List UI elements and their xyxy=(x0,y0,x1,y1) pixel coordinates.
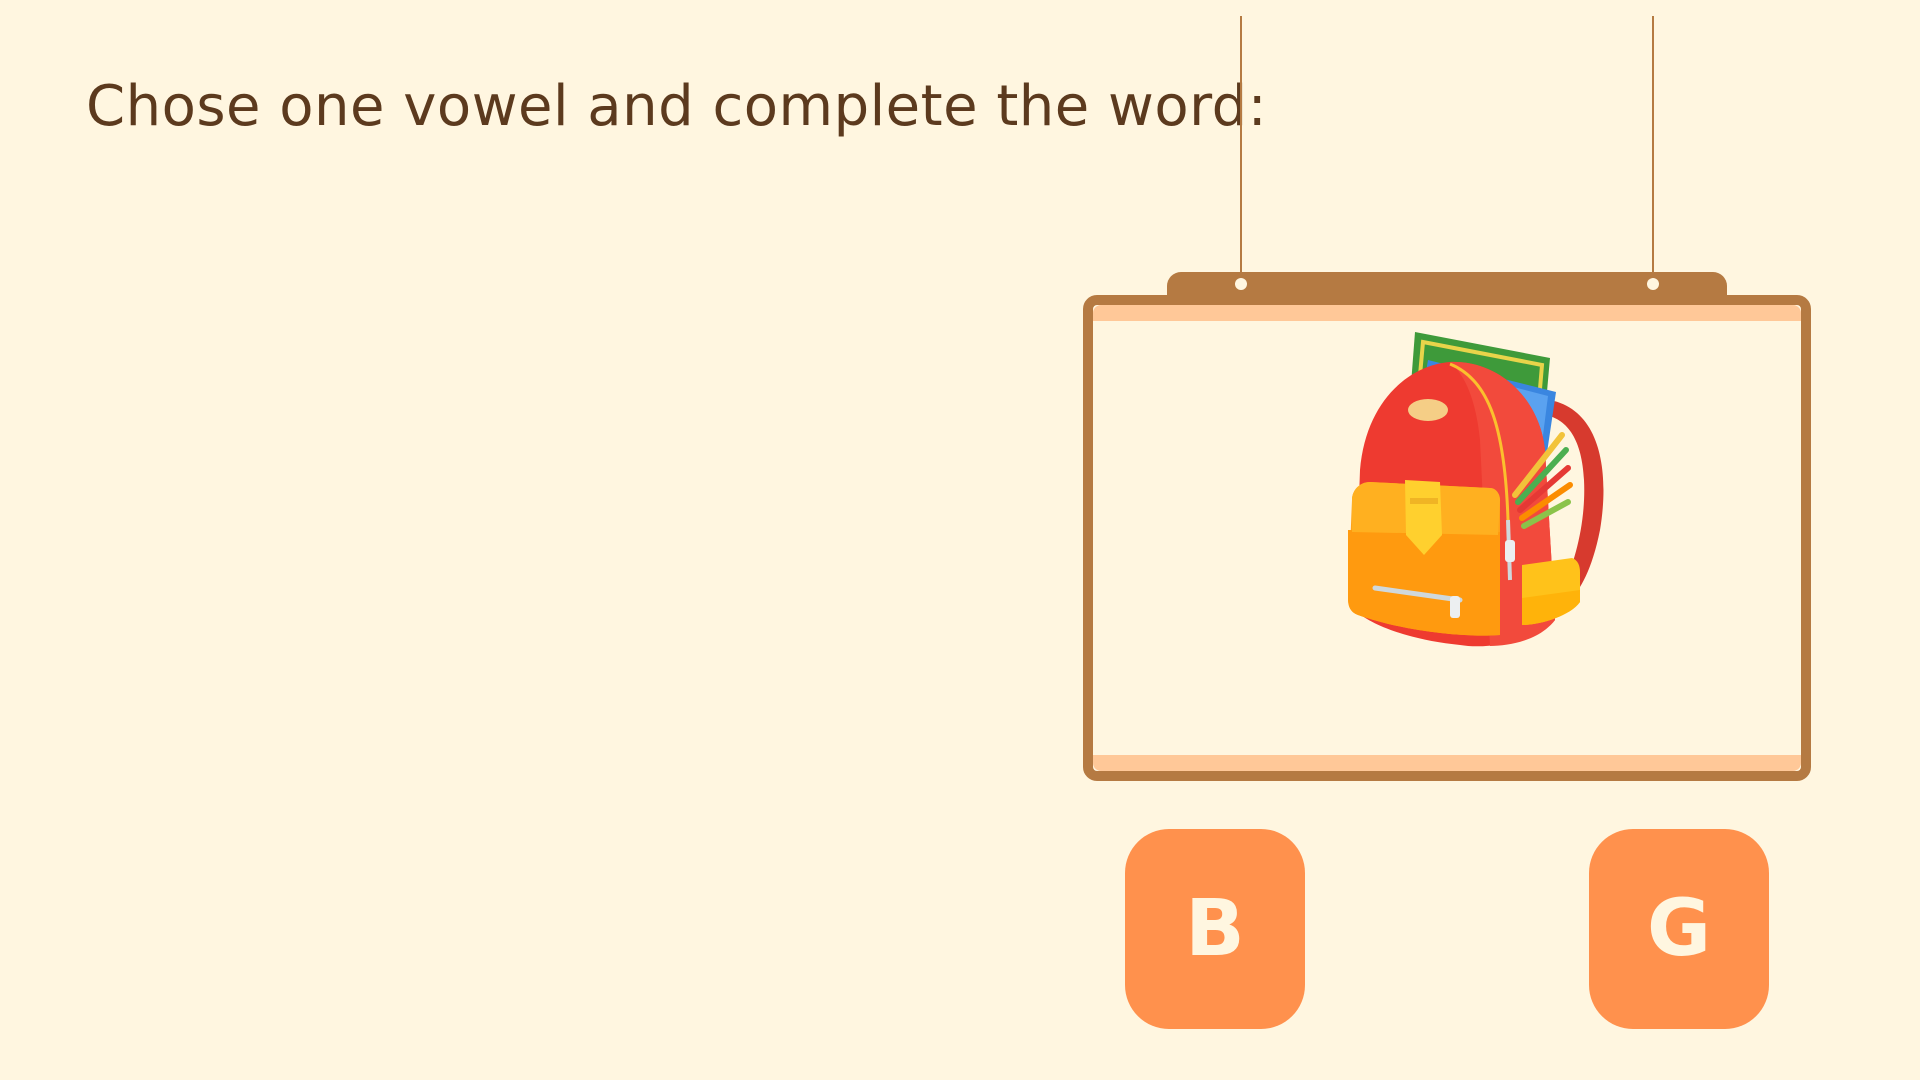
hanging-string-left xyxy=(1240,16,1242,283)
hanger-pin-left xyxy=(1235,278,1247,290)
game-stage: Chose one vowel and complete the word: B… xyxy=(0,0,1920,1080)
letter-option-b-button[interactable]: B xyxy=(1125,829,1305,1029)
instruction-text: Chose one vowel and complete the word: xyxy=(86,74,1268,139)
hanger-pin-right xyxy=(1647,278,1659,290)
backpack-icon xyxy=(1348,332,1604,647)
hanging-string-right xyxy=(1652,16,1654,283)
letter-option-g-button[interactable]: G xyxy=(1589,829,1769,1029)
